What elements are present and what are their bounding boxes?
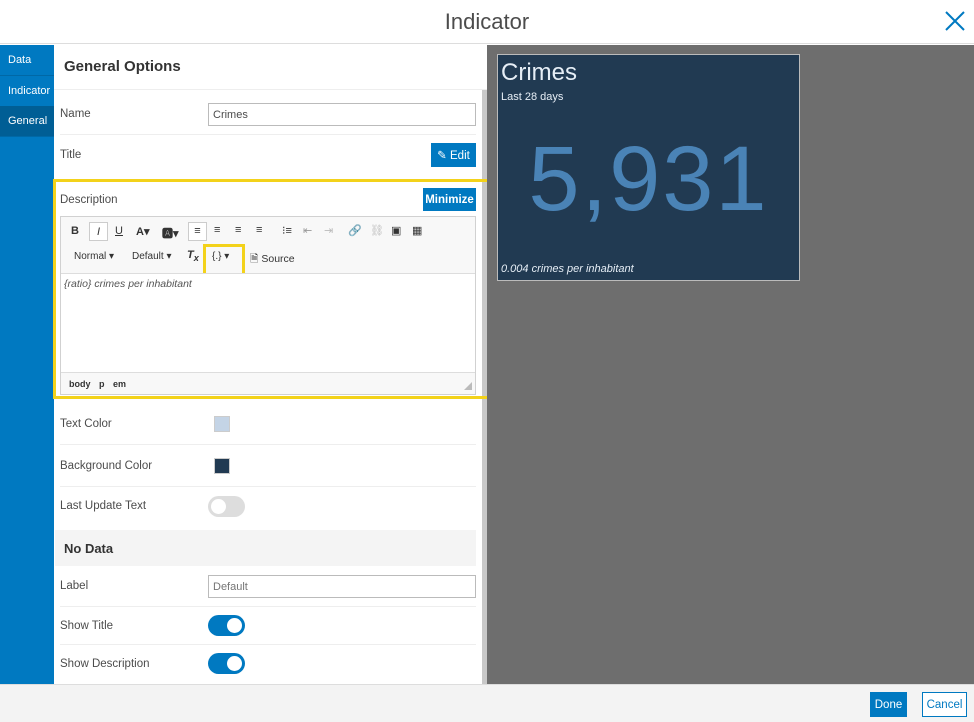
indicator-card: Crimes Last 28 days 5,931 0.004 crimes p… [497,54,800,281]
element-path: body p em [69,379,127,389]
background-color-button[interactable]: 🅰▾ [162,225,179,241]
table-icon[interactable]: ▦ [412,224,422,237]
last-update-label: Last Update Text [60,500,147,512]
sidebar: Data Indicator General [0,45,54,684]
indent-icon[interactable]: ⇥ [324,224,333,237]
show-description-toggle[interactable] [208,653,245,674]
name-input[interactable] [208,103,476,126]
font-dropdown[interactable]: Default ▾ [132,251,172,262]
justify-icon[interactable]: ≡ [256,224,262,236]
card-subtitle: Last 28 days [501,91,564,103]
show-title-label: Show Title [60,620,114,632]
outdent-icon[interactable]: ⇤ [303,224,312,237]
source-button[interactable]: 🗎 Source [250,251,295,269]
text-color-label: Text Color [60,418,112,430]
title-label: Title [60,149,82,161]
card-value: 5,931 [528,128,769,230]
link-icon[interactable]: 🔗 [348,224,362,237]
insert-placeholder-dropdown[interactable]: {.} ▾ [212,251,229,262]
edit-title-button[interactable]: ✎ Edit [431,143,476,167]
description-label: Description [60,194,118,206]
show-title-toggle[interactable] [208,615,245,636]
format-dropdown[interactable]: Normal ▾ [74,251,114,262]
dialog-footer: Done Cancel [0,684,974,722]
minimize-button[interactable]: Minimize [423,188,476,211]
text-color-swatch[interactable] [214,416,230,432]
card-description: 0.004 crimes per inhabitant [501,263,634,275]
no-data-section [55,530,476,566]
background-color-swatch[interactable] [214,458,230,474]
italic-button[interactable]: I [89,222,108,241]
show-description-label: Show Description [60,658,150,670]
close-icon[interactable] [944,10,966,32]
panel-heading: General Options [64,58,181,75]
unlink-icon[interactable]: ⛓ [370,224,384,237]
card-title: Crimes [501,59,577,86]
last-update-toggle[interactable] [208,496,245,517]
remove-format-icon[interactable]: Tx [187,249,199,263]
bullet-list-icon[interactable]: ⁝≡ [282,224,292,237]
sidebar-item-data[interactable]: Data [0,45,54,76]
align-center-icon[interactable]: ≡ [214,224,220,236]
resize-handle[interactable] [464,382,472,390]
dialog-header: Indicator [0,0,974,44]
pencil-icon: ✎ [437,150,447,162]
document-icon: 🗎 [250,253,259,265]
done-button[interactable]: Done [870,692,907,717]
sidebar-item-indicator[interactable]: Indicator [0,76,54,107]
sidebar-item-general[interactable]: General [0,106,54,137]
text-color-button[interactable]: A▾ [136,225,149,238]
no-data-label-input[interactable] [208,575,476,598]
bold-button[interactable]: B [71,225,79,237]
image-icon[interactable]: ▣ [391,224,401,237]
underline-button[interactable]: U [115,225,123,237]
editor-content[interactable]: {ratio} crimes per inhabitant [64,278,192,290]
dialog-title: Indicator [444,9,530,34]
align-left-icon[interactable]: ≡ [188,222,207,241]
name-label: Name [60,108,91,120]
align-right-icon[interactable]: ≡ [235,224,241,236]
no-data-label-label: Label [60,580,89,592]
no-data-heading: No Data [64,541,114,556]
background-color-label: Background Color [60,460,153,472]
cancel-button[interactable]: Cancel [922,692,967,717]
